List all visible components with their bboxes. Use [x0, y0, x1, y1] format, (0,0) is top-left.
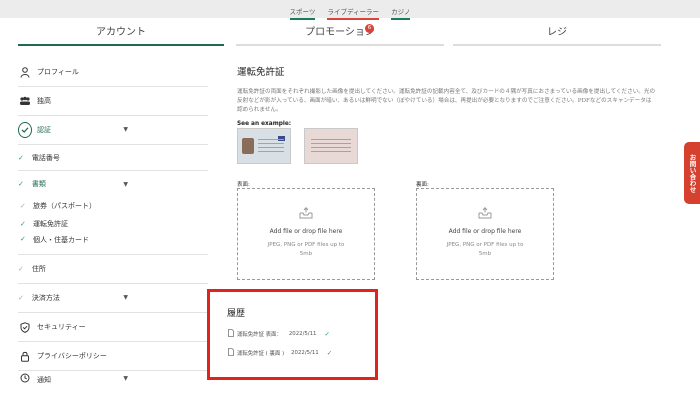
chevron-down-icon: ▼ [123, 181, 128, 188]
document-icon [228, 329, 234, 339]
check-icon: ✓ [18, 294, 24, 302]
dropzone-add-text: Add file or drop file here [448, 228, 522, 235]
tab-account-label: アカウント [96, 27, 146, 38]
instructions-text: 運転免許証の両面をそれぞれ撮影した画像を提出してください。運転免許証の記載内容全… [237, 89, 656, 113]
lock-icon [18, 349, 32, 363]
sidebar-item-payment[interactable]: ✓ 決済方法 ▼ [18, 284, 208, 313]
history-row: 運転免許証 ( 裏面 ) 2022/5/11 ✓ [228, 348, 333, 357]
check-icon: ✓ [20, 220, 26, 228]
example-label: See an example: [237, 121, 292, 127]
sidebar-item-security[interactable]: セキュリティー [18, 313, 208, 342]
check-icon: ✓ [18, 180, 24, 188]
tab-register[interactable]: レジ [453, 20, 661, 46]
sidebar-item-documents[interactable]: ✓ 書類 ▼ [18, 171, 208, 197]
chevron-down-icon: ▼ [123, 126, 128, 133]
shield-icon [18, 320, 32, 334]
chevron-down-icon: ▼ [123, 294, 128, 301]
tab-account[interactable]: アカウント [18, 20, 224, 46]
sidebar-item-label: プロフィール [37, 68, 79, 76]
upload-history: 履歴 運転免許証 表面： 2022/5/11 ✓ 運転免許証 ( 裏面 ) 20… [207, 289, 378, 380]
sidebar-item-affiliate[interactable]: 独高 [18, 87, 208, 116]
topnav-sports[interactable]: スポーツ [289, 6, 316, 20]
check-icon: ✓ [324, 330, 330, 338]
drivers-license-panel: 運転免許証 運転免許証の両面をそれぞれ撮影した画像を提出してください。運転免許証… [237, 64, 657, 127]
sidebar-item-label: 旅券（パスポート） [33, 202, 96, 210]
sidebar-item-label: プライバシーポリシー [37, 352, 107, 360]
sidebar-item-label: 通知 [37, 376, 51, 384]
sidebar-item-label: 決済方法 [31, 294, 60, 302]
sidebar-item-passport[interactable]: ✓ 旅券（パスポート） [18, 197, 208, 215]
account-sidebar: プロフィール 独高 認証 ▼ ✓ 電話番号 ✓ 書類 ▼ ✓ 旅券（パスポート）… [18, 58, 208, 385]
back-dropzone[interactable]: Add file or drop file here JPEG, PNG or … [416, 188, 554, 280]
license-back-example-image[interactable] [304, 128, 358, 164]
check-icon: ✓ [326, 349, 333, 357]
upload-tray-icon [238, 207, 374, 219]
check-icon: ✓ [18, 265, 24, 273]
chevron-down-icon: ▼ [123, 375, 128, 382]
sidebar-item-label: 住所 [31, 265, 46, 273]
user-icon [18, 65, 32, 79]
contact-us-tab[interactable]: お問い合わせ [684, 142, 700, 204]
sidebar-item-label: 運転免許証 [33, 220, 68, 228]
tab-promotion[interactable]: プロモーション 6 [236, 20, 444, 46]
sidebar-item-label: 独高 [37, 97, 51, 105]
document-icon [228, 348, 234, 358]
check-icon: ✓ [20, 202, 26, 210]
history-date: 2022/5/11 [288, 331, 317, 337]
sidebar-item-id-card[interactable]: ✓ 個人・住基カード [18, 233, 208, 255]
history-file-name: 運転免許証 ( 裏面 ) [237, 351, 285, 357]
group-icon [18, 94, 32, 108]
sidebar-item-privacy[interactable]: プライバシーポリシー [18, 342, 208, 371]
sidebar-item-label: 個人・住基カード [33, 236, 89, 244]
history-title: 履歴 [227, 309, 246, 319]
topnav-live-dealer[interactable]: ライブディーラー [327, 6, 380, 20]
verified-icon [18, 122, 32, 138]
clock-icon [18, 371, 32, 385]
sidebar-item-label: 認証 [37, 126, 51, 134]
history-date: 2022/5/11 [291, 350, 319, 356]
dropzone-add-text: Add file or drop file here [269, 228, 343, 235]
back-label: 裏面: [416, 182, 429, 188]
sidebar-item-notifications[interactable]: 通知 ▼ [18, 371, 208, 385]
page-title: 運転免許証 [237, 67, 285, 78]
sidebar-item-drivers-license[interactable]: ✓ 運転免許証 [18, 215, 208, 233]
dropzone-format-text: JPEG, PNG or PDF files up to 5mb [446, 242, 524, 257]
topnav-casino[interactable]: カジノ [391, 6, 411, 20]
check-icon: ✓ [18, 153, 24, 162]
front-dropzone[interactable]: Add file or drop file here JPEG, PNG or … [237, 188, 375, 280]
sidebar-item-label: 電話番号 [31, 153, 60, 162]
top-nav: スポーツ ライブディーラー カジノ [0, 6, 700, 20]
tab-register-label: レジ [547, 27, 567, 38]
sidebar-item-verification[interactable]: 認証 ▼ [18, 116, 208, 145]
upload-tray-icon [417, 207, 553, 219]
sidebar-item-address[interactable]: ✓ 住所 [18, 255, 208, 284]
history-row: 運転免許証 表面： 2022/5/11 ✓ [228, 329, 330, 338]
front-label: 表面: [237, 182, 250, 188]
sidebar-item-label: 書類 [31, 180, 46, 188]
check-icon: ✓ [20, 235, 26, 243]
dropzone-format-text: JPEG, PNG or PDF files up to 5mb [267, 242, 345, 257]
promotion-count-badge: 6 [365, 24, 374, 33]
history-file-name: 運転免許証 表面： [237, 332, 282, 338]
sidebar-item-label: セキュリティー [37, 323, 86, 331]
sidebar-item-phone[interactable]: ✓ 電話番号 [18, 145, 208, 171]
license-front-example-image[interactable] [237, 128, 291, 164]
sidebar-item-profile[interactable]: プロフィール [18, 58, 208, 87]
